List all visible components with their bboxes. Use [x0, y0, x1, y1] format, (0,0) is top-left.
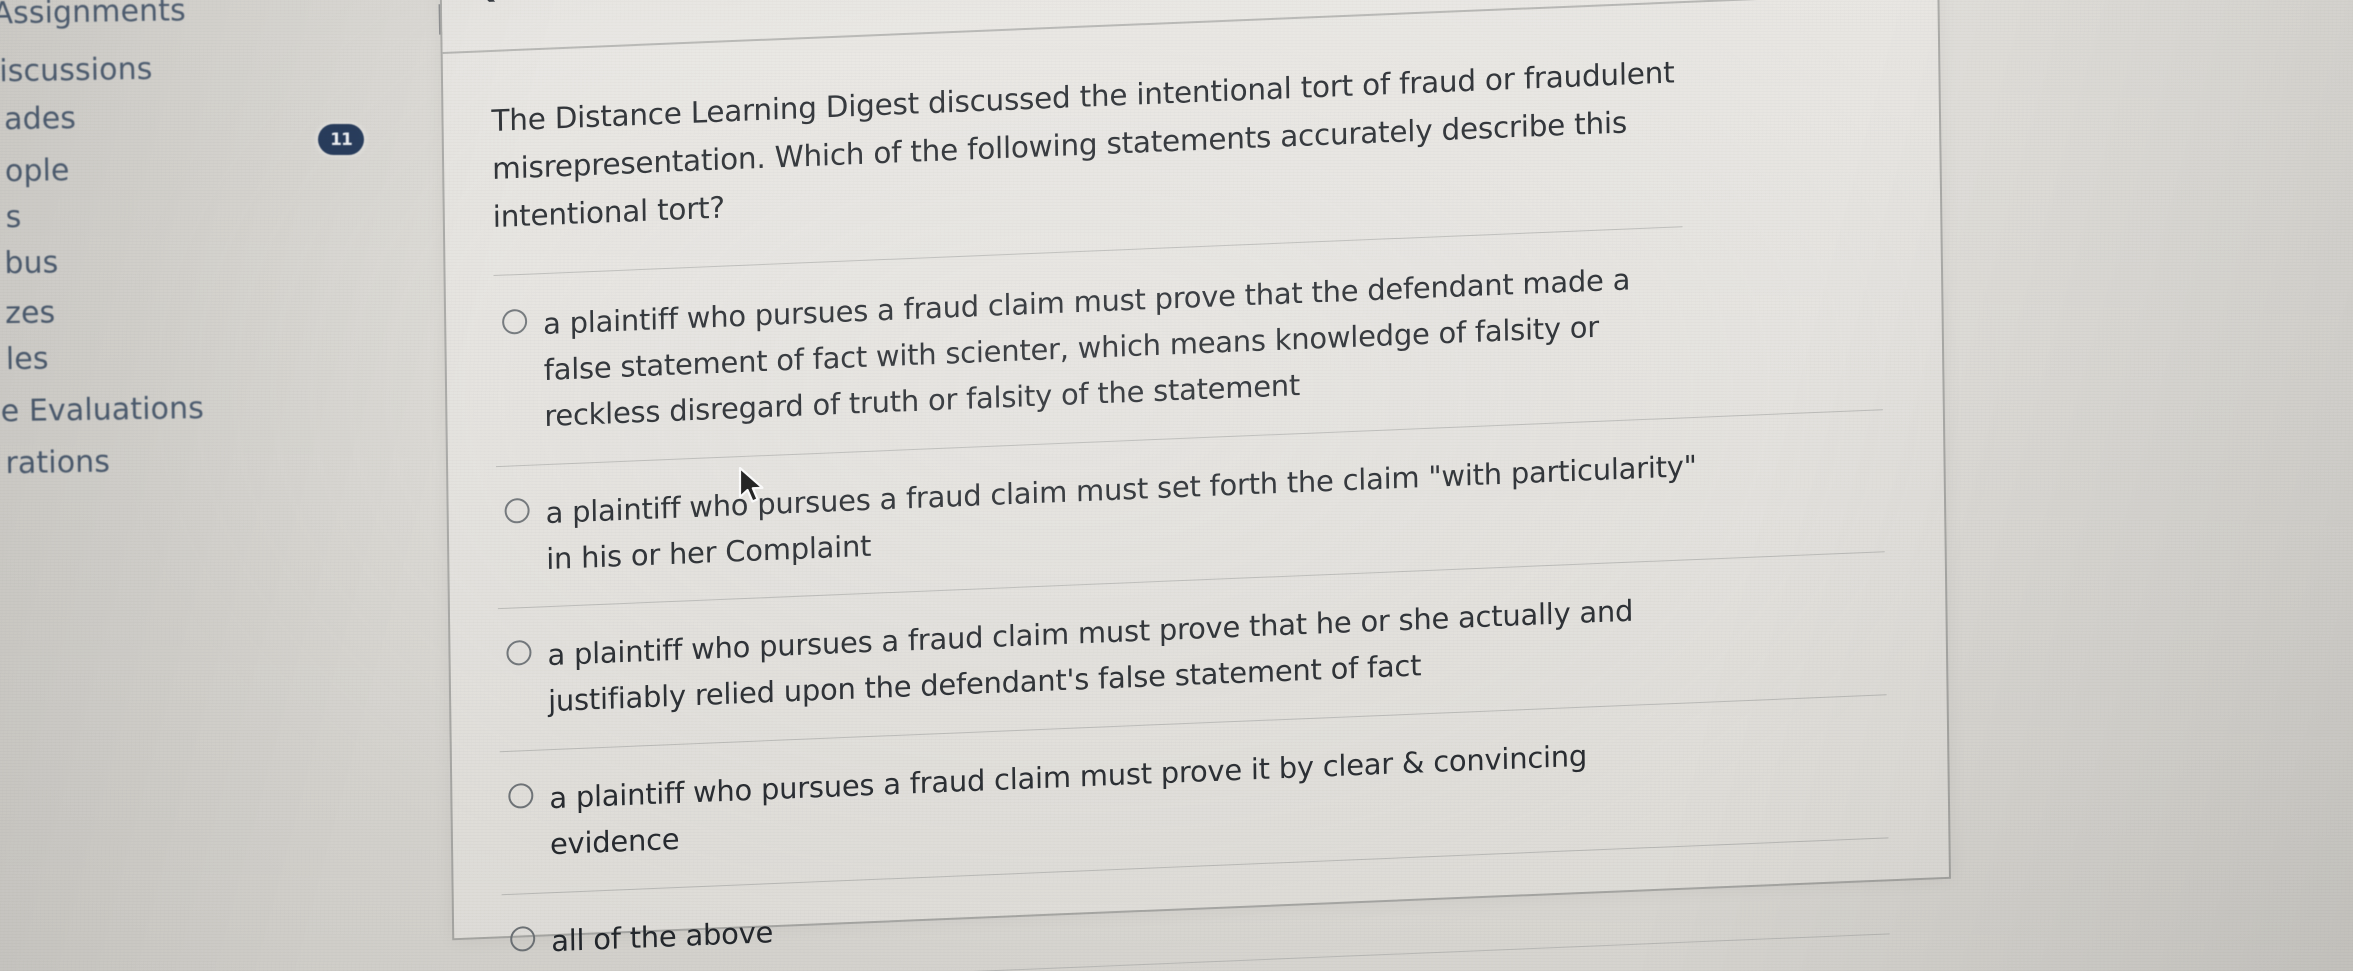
- radio-button-b[interactable]: [504, 497, 530, 524]
- sidebar-unread-badge: 11: [318, 124, 364, 155]
- sidebar-item-1[interactable]: iscussions: [0, 52, 153, 89]
- sidebar-item-2[interactable]: ades: [4, 101, 76, 137]
- sidebar-item-6[interactable]: zes: [5, 295, 56, 331]
- sidebar-item-8[interactable]: e Evaluations: [0, 391, 204, 429]
- sidebar-unread-badge-count: 11: [330, 129, 353, 150]
- answer-option-label-d: a plaintiff who pursues a fraud claim mu…: [549, 738, 1588, 862]
- answer-option-label-a: a plaintiff who pursues a fraud claim mu…: [542, 262, 1631, 434]
- sidebar-item-4[interactable]: s: [5, 200, 21, 235]
- answer-options-list: a plaintiff who pursues a fraud claim mu…: [493, 221, 1892, 971]
- sidebar-item-9[interactable]: rations: [5, 444, 110, 481]
- answer-option-label-e: all of the above: [551, 914, 774, 958]
- question-card: Question 22 The Distance Learning Digest…: [439, 0, 1951, 971]
- radio-button-a[interactable]: [501, 309, 528, 336]
- sidebar-item-5[interactable]: bus: [4, 245, 59, 281]
- question-card-body: The Distance Learning Digest discussed t…: [443, 0, 1951, 971]
- question-number-title: Question 22: [469, 0, 697, 7]
- answer-option-label-c: a plaintiff who pursues a fraud claim mu…: [547, 594, 1634, 719]
- sidebar-item-3[interactable]: ople: [5, 153, 70, 189]
- sidebar-item-7[interactable]: les: [6, 341, 49, 377]
- radio-button-e[interactable]: [510, 925, 536, 952]
- radio-button-c[interactable]: [506, 640, 532, 667]
- answer-option-label-b: a plaintiff who pursues a fraud claim mu…: [545, 448, 1697, 576]
- screen-photograph: Assignments iscussions ades ople s bus zes les e…: [0, 0, 2353, 971]
- radio-button-d[interactable]: [508, 782, 534, 809]
- sidebar-item-0[interactable]: Assignments: [0, 0, 186, 31]
- course-navigation-sidebar: Assignments iscussions ades ople s bus zes les e…: [0, 0, 328, 971]
